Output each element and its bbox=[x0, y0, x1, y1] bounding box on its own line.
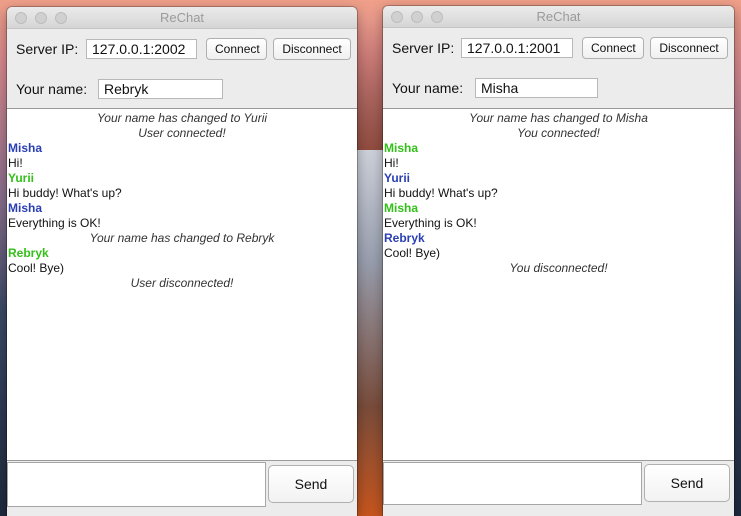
sender-name: Yurii bbox=[8, 171, 35, 185]
server-ip-label: Server IP: bbox=[392, 40, 455, 56]
zoom-window-icon[interactable] bbox=[431, 11, 443, 23]
sender-name: Misha bbox=[8, 201, 43, 215]
server-row: Server IP: Connect Disconnect bbox=[392, 37, 728, 59]
sender-name: Misha bbox=[8, 141, 43, 155]
server-ip-input[interactable] bbox=[461, 38, 573, 58]
sender-name: Rebryk bbox=[384, 231, 425, 245]
sender-name: Misha bbox=[384, 201, 419, 215]
name-label: Your name: bbox=[16, 81, 88, 97]
message-text: Cool! Bye) bbox=[384, 246, 441, 260]
minimize-window-icon[interactable] bbox=[35, 12, 47, 24]
name-row: Your name: bbox=[392, 78, 598, 98]
chat-log[interactable]: Your name has changed to Yurii User conne… bbox=[7, 108, 357, 461]
chat-log[interactable]: Your name has changed to Misha You connec… bbox=[383, 108, 734, 461]
system-message: Your name has changed to Misha bbox=[469, 111, 648, 125]
name-label: Your name: bbox=[392, 80, 464, 96]
name-input[interactable] bbox=[475, 78, 598, 98]
message-input[interactable] bbox=[383, 462, 642, 505]
window-controls bbox=[391, 11, 443, 23]
send-button[interactable]: Send bbox=[644, 464, 730, 502]
chat-window-left: ReChat Server IP: Connect Disconnect You… bbox=[7, 7, 357, 516]
sender-name: Yurii bbox=[384, 171, 411, 185]
titlebar[interactable]: ReChat bbox=[383, 6, 734, 28]
sender-name: Misha bbox=[384, 141, 419, 155]
server-ip-label: Server IP: bbox=[16, 41, 79, 57]
system-message: You connected! bbox=[517, 126, 600, 140]
disconnect-button[interactable]: Disconnect bbox=[650, 37, 728, 59]
message-text: Hi buddy! What's up? bbox=[384, 186, 498, 200]
system-message: User disconnected! bbox=[130, 276, 234, 290]
zoom-window-icon[interactable] bbox=[55, 12, 67, 24]
minimize-window-icon[interactable] bbox=[411, 11, 423, 23]
system-message: User connected! bbox=[138, 126, 226, 140]
connect-button[interactable]: Connect bbox=[582, 37, 644, 59]
message-text: Everything is OK! bbox=[384, 216, 477, 230]
server-row: Server IP: Connect Disconnect bbox=[16, 38, 351, 60]
close-window-icon[interactable] bbox=[391, 11, 403, 23]
chat-window-right: ReChat Server IP: Connect Disconnect You… bbox=[383, 6, 734, 516]
system-message: Your name has changed to Rebryk bbox=[89, 231, 275, 245]
system-message: You disconnected! bbox=[509, 261, 608, 275]
server-ip-input[interactable] bbox=[86, 39, 197, 59]
name-input[interactable] bbox=[98, 79, 223, 99]
system-message: Your name has changed to Yurii bbox=[96, 111, 268, 125]
name-row: Your name: bbox=[16, 79, 223, 99]
message-text: Cool! Bye) bbox=[8, 261, 65, 275]
sender-name: Rebryk bbox=[8, 246, 49, 260]
connect-button[interactable]: Connect bbox=[206, 38, 267, 60]
message-input[interactable] bbox=[7, 462, 266, 507]
disconnect-button[interactable]: Disconnect bbox=[273, 38, 351, 60]
close-window-icon[interactable] bbox=[15, 12, 27, 24]
message-text: Hi buddy! What's up? bbox=[8, 186, 122, 200]
window-controls bbox=[15, 12, 67, 24]
send-button[interactable]: Send bbox=[268, 465, 354, 503]
message-text: Hi! bbox=[384, 156, 399, 170]
message-text: Everything is OK! bbox=[8, 216, 101, 230]
titlebar[interactable]: ReChat bbox=[7, 7, 357, 29]
message-text: Hi! bbox=[8, 156, 23, 170]
